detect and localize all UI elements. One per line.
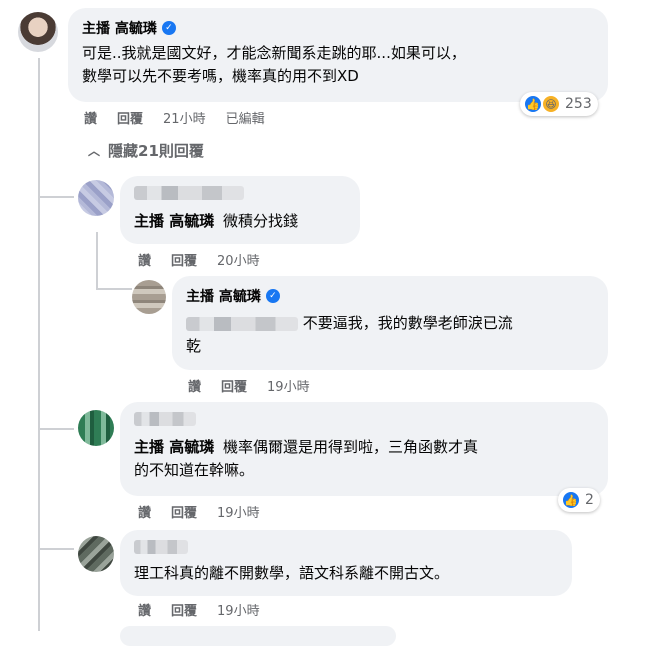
timestamp[interactable]: 19小時 [217,600,260,619]
reply-bubble: 理工科真的離不開數學，語文科系離不開古文。 [120,530,572,596]
like-button[interactable]: 讚 [138,502,151,521]
like-button[interactable]: 讚 [188,376,201,395]
reply-text-body: 機率偶爾還是用得到啦，三角函數才真 [223,438,479,456]
mention-tag[interactable]: 主播 高毓璘 [134,438,214,456]
reply-text-line2: 的不知道在幹嘛。 [134,461,255,479]
reply-button[interactable]: 回覆 [221,376,247,395]
reply-text-body: 不要逼我，我的數學老師淚已流 [302,314,513,332]
like-reaction-icon: 👍 [523,94,543,114]
reply-text-line1: 不要逼我，我的數學老師淚已流 [186,312,594,335]
avatar[interactable] [78,536,114,572]
reply-text: 不要逼我，我的數學老師淚已流 乾 [186,312,594,358]
thread-line-main [38,58,40,631]
hide-replies-label: 隱藏21則回覆 [108,142,204,160]
chevron-up-icon: ︿ [88,144,101,158]
thread-line-sub [96,232,98,290]
author-name[interactable]: 主播 高毓璘 [82,18,157,38]
commenter-name-blurred[interactable] [134,185,346,204]
verified-badge-icon: ✓ [265,289,280,303]
comment-bubble: 主播 高毓璘 ✓ 可是..我就是國文好，才能念新聞系走跳的耶...如果可以， 數… [68,8,608,102]
timestamp[interactable]: 21小時 [163,108,206,127]
reply-text: 理工科真的離不開數學，語文科系離不開古文。 [134,564,450,582]
reply-bubble: 主播 高毓璘 微積分找錢 [120,176,360,244]
avatar[interactable] [132,280,166,314]
author-name[interactable]: 主播 高毓璘 [186,286,261,306]
thread-elbow-1 [38,196,74,198]
reply-button[interactable]: 回覆 [117,108,143,127]
like-button[interactable]: 讚 [84,108,97,127]
timestamp[interactable]: 20小時 [217,250,260,269]
like-button[interactable]: 讚 [138,250,151,269]
reply-actions: 讚 回覆 19小時 [138,600,260,619]
reply-bubble: 主播 高毓璘 ✓ 不要逼我，我的數學老師淚已流 乾 [172,276,608,370]
reaction-summary[interactable]: 👍 2 [558,488,600,512]
reply-text-line2: 乾 [186,337,202,355]
reply-text-body: 微積分找錢 [223,212,299,230]
reply-text: 主播 高毓璘 機率偶爾還是用得到啦，三角函數才真 的不知道在幹嘛。 [134,436,594,482]
edited-label: 已編輯 [225,112,265,127]
reply-button[interactable]: 回覆 [171,250,197,269]
reply-actions: 讚 回覆 20小時 [138,250,260,269]
comment-text-line1: 可是..我就是國文好，才能念新聞系走跳的耶...如果可以， [82,44,466,62]
like-button[interactable]: 讚 [138,600,151,619]
timestamp[interactable]: 19小時 [217,502,260,521]
avatar[interactable] [78,180,114,216]
haha-reaction-icon: 😆 [541,94,561,114]
comment-text: 可是..我就是國文好，才能念新聞系走跳的耶...如果可以， 數學可以先不要考嗎，… [82,42,594,88]
avatar[interactable] [18,12,58,52]
verified-badge-icon: ✓ [161,21,176,35]
reaction-count: 2 [585,492,594,508]
reaction-summary[interactable]: 👍 😆 253 [520,92,598,116]
hide-replies-button[interactable]: ︿ 隱藏21則回覆 [88,140,204,161]
reply-actions: 讚 回覆 19小時 [188,376,310,395]
reply-author[interactable]: 主播 高毓璘 ✓ [186,286,594,306]
reply-button[interactable]: 回覆 [171,502,197,521]
thread-elbow-4 [38,548,74,550]
reply-bubble: 主播 高毓璘 機率偶爾還是用得到啦，三角函數才真 的不知道在幹嘛。 [120,402,608,496]
comment-actions: 讚 回覆 21小時 已編輯 [84,108,265,127]
reply-bubble-partial [120,626,396,646]
reply-text-line1: 主播 高毓璘 機率偶爾還是用得到啦，三角函數才真 [134,436,594,459]
reply-button[interactable]: 回覆 [171,600,197,619]
reaction-count: 253 [565,96,592,112]
timestamp[interactable]: 19小時 [267,376,310,395]
like-reaction-icon: 👍 [561,490,581,510]
thread-elbow-2 [96,288,132,290]
avatar[interactable] [78,410,114,446]
comment-text-line2: 數學可以先不要考嗎，機率真的用不到XD [82,67,359,85]
reply-text: 主播 高毓璘 微積分找錢 [134,210,346,233]
commenter-name-blurred[interactable] [134,411,594,430]
mention-tag[interactable]: 主播 高毓璘 [134,212,214,230]
commenter-name-blurred[interactable] [134,539,558,558]
thread-elbow-3 [38,428,74,430]
reply-actions: 讚 回覆 19小時 [138,502,260,521]
mention-blurred[interactable] [186,316,298,331]
comment-author[interactable]: 主播 高毓璘 ✓ [82,18,594,38]
